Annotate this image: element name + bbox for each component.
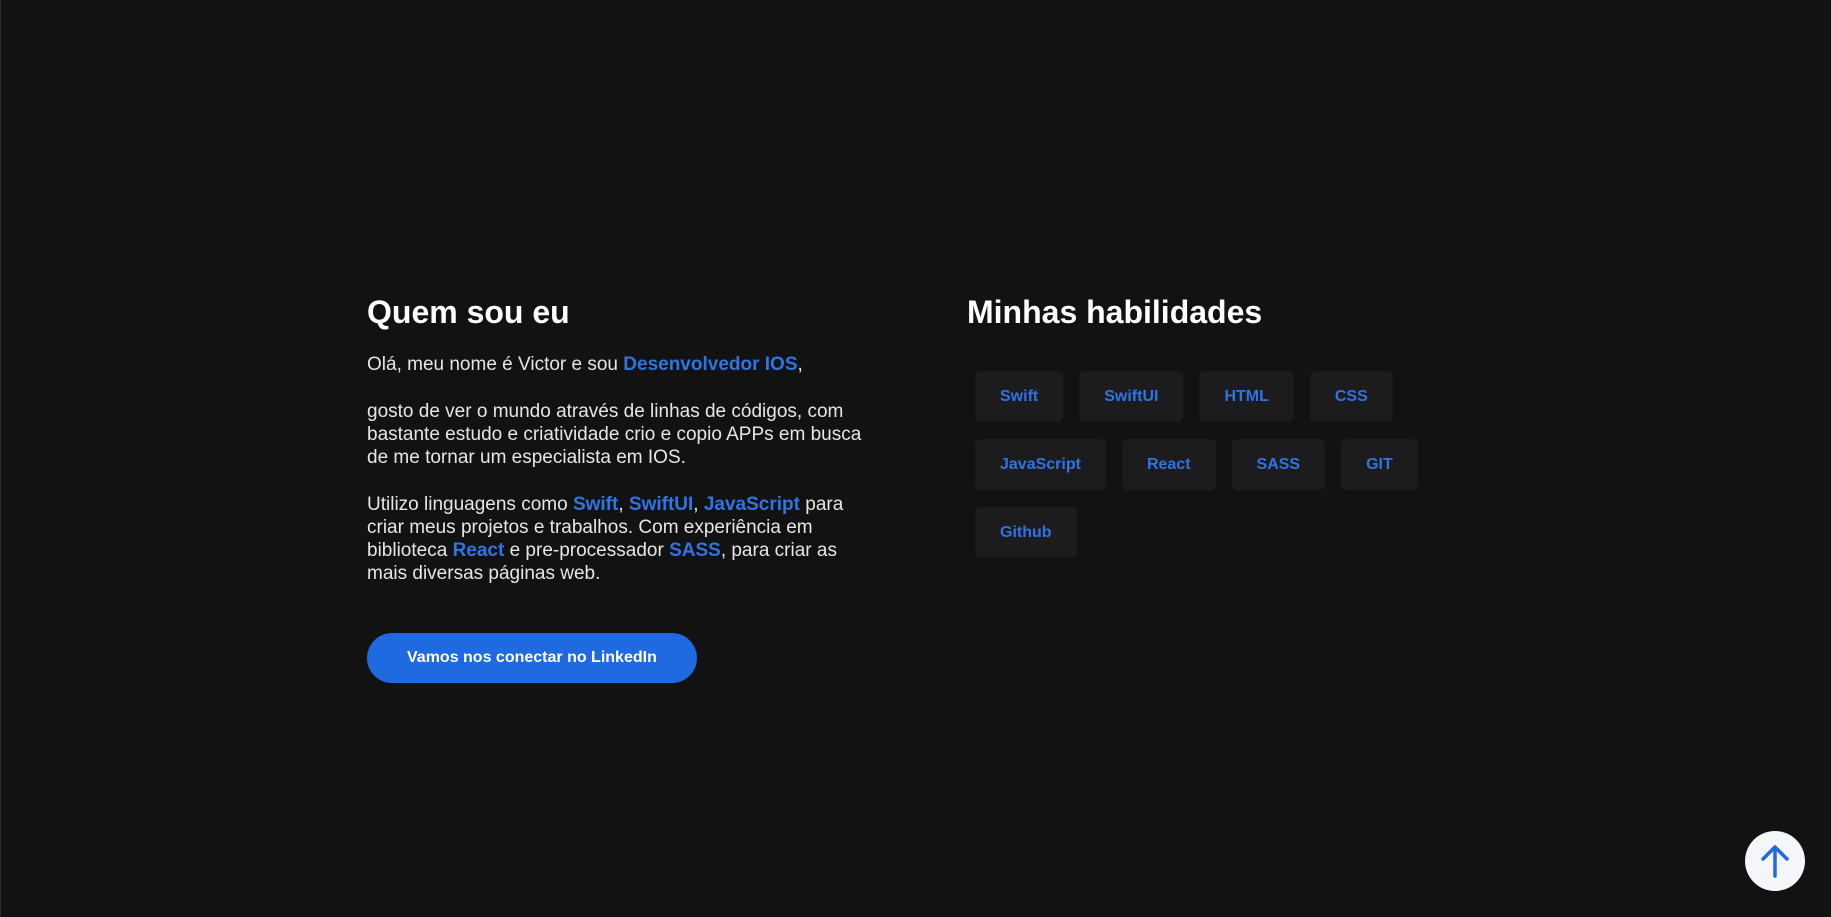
linkedin-button[interactable]: Vamos nos conectar no LinkedIn [367, 633, 697, 683]
role-highlight: Desenvolvedor IOS [623, 354, 798, 375]
highlight-sass: SASS [669, 540, 721, 561]
languages-text: Utilizo linguagens como [367, 494, 573, 515]
skill-chip-github[interactable]: Github [975, 507, 1077, 558]
about-description: gosto de ver o mundo através de linhas d… [367, 401, 862, 468]
skill-chip-sass[interactable]: SASS [1231, 439, 1326, 490]
about-title: Quem sou eu [367, 294, 570, 330]
left-edge-divider [0, 0, 1, 917]
about-intro-text: Olá, meu nome é Victor e sou [367, 354, 624, 375]
about-intro: Olá, meu nome é Victor e sou Desenvolved… [367, 353, 867, 376]
skill-chip-react[interactable]: React [1121, 439, 1216, 490]
highlight-javascript: JavaScript [703, 494, 800, 515]
arrow-up-icon [1761, 845, 1789, 878]
languages-text: e pre-processador [504, 540, 670, 561]
highlight-swift: Swift [572, 494, 619, 515]
languages-text: , [693, 494, 704, 515]
skills-title: Minhas habilidades [967, 294, 1263, 330]
about-languages: Utilizo linguagens como Swift, SwiftUI, … [367, 493, 867, 585]
languages-text: , [618, 494, 629, 515]
skill-chip-html[interactable]: HTML [1199, 371, 1294, 422]
about-intro-comma: , [797, 354, 803, 375]
scroll-to-top-button[interactable] [1745, 831, 1805, 891]
skills-list: Swift SwiftUI HTML CSS JavaScript React … [975, 371, 1447, 558]
highlight-react: React [452, 540, 505, 561]
skill-chip-git[interactable]: GIT [1341, 439, 1418, 490]
highlight-swiftui: SwiftUI [628, 494, 694, 515]
about-section: Quem sou eu Olá, meu nome é Victor e sou… [367, 290, 867, 683]
skills-section: Minhas habilidades Swift SwiftUI HTML CS… [967, 290, 1447, 558]
skill-chip-css[interactable]: CSS [1309, 371, 1393, 422]
skill-chip-swift[interactable]: Swift [975, 371, 1064, 422]
skill-chip-javascript[interactable]: JavaScript [975, 439, 1106, 490]
skill-chip-swiftui[interactable]: SwiftUI [1079, 371, 1184, 422]
